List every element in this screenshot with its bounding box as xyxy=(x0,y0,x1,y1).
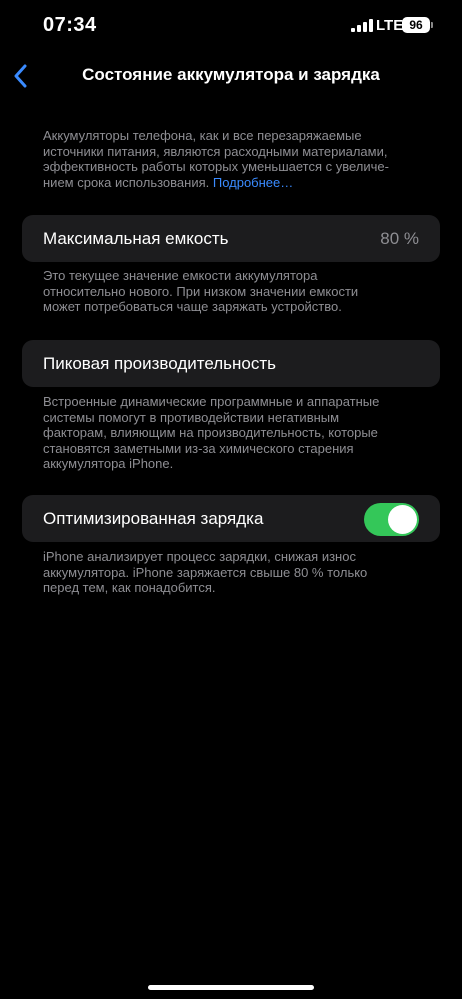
status-time: 07:34 xyxy=(43,14,97,36)
note-line: относительно нового. При низком значении… xyxy=(43,283,359,299)
learn-more-link[interactable]: Подробнее… xyxy=(213,175,293,190)
battery-icon: 96 xyxy=(402,17,430,33)
home-indicator[interactable] xyxy=(148,985,314,990)
network-type: LTE xyxy=(376,17,404,34)
cellular-signal-icon xyxy=(351,19,373,32)
optimized-charging-label: Оптимизированная зарядка xyxy=(43,509,264,528)
peak-performance-note: Встроенные динамические программные и ап… xyxy=(43,394,423,472)
battery-tip xyxy=(431,22,433,28)
max-capacity-cell: Максимальная емкость 80 % xyxy=(22,215,440,262)
max-capacity-note: Это текущее значение емкости аккумулятор… xyxy=(43,268,423,315)
status-bar: 07:34 LTE 96 xyxy=(0,0,462,50)
toggle-knob xyxy=(388,505,417,534)
max-capacity-value: 80 % xyxy=(380,229,419,248)
optimized-charging-cell: Оптимизированная зарядка xyxy=(22,495,440,542)
max-capacity-label: Максимальная емкость xyxy=(43,229,229,248)
intro-line: эффективность работы которых уменьшается… xyxy=(43,159,389,174)
intro-line-text: нием срока использования. xyxy=(43,174,213,190)
page-title: Состояние аккумулятора и зарядка xyxy=(82,65,380,84)
navigation-bar: Состояние аккумулятора и зарядка xyxy=(0,58,462,94)
peak-performance-label: Пиковая производительность xyxy=(43,354,277,373)
note-line: может потребоваться чаще заряжать устрой… xyxy=(43,299,342,314)
note-line: аккумулятора iPhone. xyxy=(43,456,174,471)
note-line: факторам, влияющим на производительность… xyxy=(43,425,378,440)
note-line: аккумулятора. iPhone заряжается свыше 80… xyxy=(43,564,368,580)
optimized-charging-note: iPhone анализирует процесс зарядки, сниж… xyxy=(43,549,423,596)
intro-line: Аккумуляторы телефона, как и все перезар… xyxy=(43,128,362,143)
note-line: Это текущее значение емкости аккумулятор… xyxy=(43,268,318,283)
intro-line: нием срока использования. Подробнее… xyxy=(43,175,423,191)
optimized-charging-toggle[interactable] xyxy=(364,503,419,536)
note-line: становятся заметными из-за химического с… xyxy=(43,440,354,456)
note-line: перед тем, как понадобится. xyxy=(43,580,216,595)
note-line: системы помогут в противодействии негати… xyxy=(43,409,340,425)
peak-performance-cell[interactable]: Пиковая производительность xyxy=(22,340,440,387)
note-line: Встроенные динамические программные и ап… xyxy=(43,394,380,409)
note-line: iPhone анализирует процесс зарядки, сниж… xyxy=(43,549,356,564)
intro-line: источники питания, являются расходными м… xyxy=(43,143,388,159)
intro-text: Аккумуляторы телефона, как и все перезар… xyxy=(43,128,423,190)
